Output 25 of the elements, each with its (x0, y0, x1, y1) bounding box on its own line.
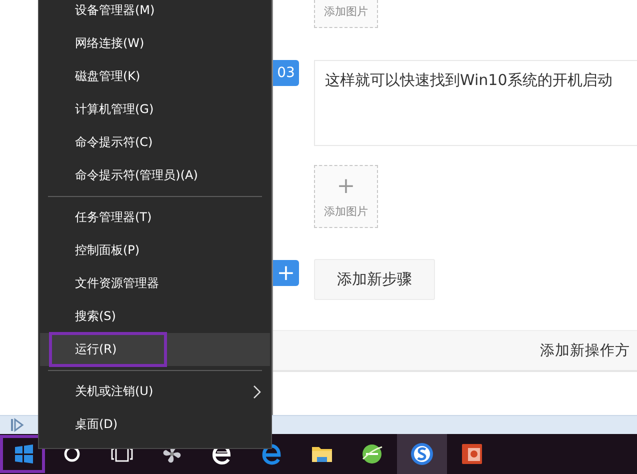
wave-e-icon (261, 443, 283, 465)
taskbar-button[interactable] (397, 434, 447, 474)
presentation-icon (461, 443, 483, 465)
menu-item[interactable]: 搜索(S) (40, 300, 270, 333)
menu-item[interactable]: 控制面板(P) (40, 234, 270, 267)
windows-logo-icon (14, 444, 34, 464)
menu-item[interactable]: 命令提示符(管理员)(A) (40, 159, 270, 192)
menu-item[interactable]: 任务管理器(T) (40, 201, 270, 234)
s-circle-icon (410, 442, 434, 466)
menu-item[interactable]: 网络连接(W) (40, 27, 270, 60)
globe-icon (361, 443, 383, 465)
menu-item[interactable]: 桌面(D) (40, 408, 270, 441)
menu-item[interactable]: 命令提示符(C) (40, 126, 270, 159)
menu-item[interactable]: 设备管理器(M) (40, 0, 270, 27)
play-bar-icon[interactable] (10, 418, 24, 432)
menu-item[interactable]: 计算机管理(G) (40, 93, 270, 126)
add-step-button[interactable]: 添加新步骤 (314, 259, 435, 300)
step-number: 03 (273, 60, 299, 86)
add-method-link[interactable]: 添加新操作方 (540, 341, 630, 360)
menu-item[interactable]: 文件资源管理器 (40, 267, 270, 300)
menu-item[interactable]: 磁盘管理(K) (40, 60, 270, 93)
menu-item[interactable]: 关机或注销(U) (40, 375, 270, 408)
folder-icon (311, 444, 333, 464)
step-text-field[interactable]: 这样就可以快速找到Win10系统的开机启动 (314, 60, 637, 146)
menu-item[interactable]: 运行(R) (40, 333, 270, 366)
